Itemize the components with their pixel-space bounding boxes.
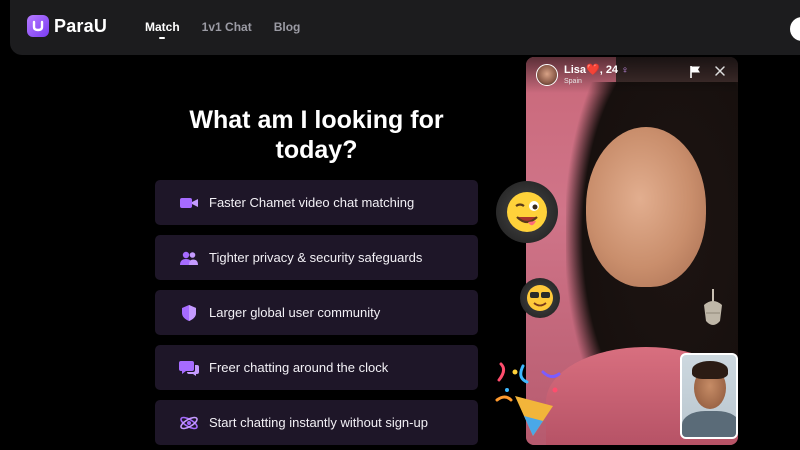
gender-icon: ♀ bbox=[621, 65, 629, 76]
feature-item-video-matching[interactable]: Faster Chamet video chat matching bbox=[155, 180, 478, 225]
video-person-face bbox=[586, 127, 706, 287]
feature-item-community[interactable]: Larger global user community bbox=[155, 290, 478, 335]
nav-item-match[interactable]: Match bbox=[145, 20, 180, 39]
feature-label: Start chatting instantly without sign-up bbox=[209, 415, 428, 430]
party-popper-icon bbox=[495, 362, 561, 436]
avatar[interactable] bbox=[536, 64, 558, 86]
pip-person-hair bbox=[692, 361, 728, 379]
feature-label: Tighter privacy & security safeguards bbox=[209, 250, 423, 265]
feature-item-chatting[interactable]: Freer chatting around the clock bbox=[155, 345, 478, 390]
chat-bubbles-icon bbox=[179, 358, 199, 378]
main-nav: Match 1v1 Chat Blog bbox=[145, 20, 301, 39]
feature-item-privacy[interactable]: Tighter privacy & security safeguards bbox=[155, 235, 478, 280]
users-icon bbox=[179, 248, 199, 268]
brand-name: ParaU bbox=[54, 15, 108, 36]
nav-item-blog[interactable]: Blog bbox=[274, 20, 301, 34]
video-camera-icon bbox=[179, 193, 199, 213]
header-action-button[interactable] bbox=[790, 17, 800, 41]
brand-logo-icon bbox=[27, 15, 49, 37]
page-title: What am I looking for today? bbox=[189, 106, 444, 164]
wink-emoji-icon bbox=[496, 181, 558, 243]
pip-person-shirt bbox=[682, 411, 736, 437]
self-video-thumbnail[interactable] bbox=[680, 353, 738, 439]
user-country: Spain bbox=[564, 78, 582, 85]
feature-list: Faster Chamet video chat matching Tighte… bbox=[155, 180, 478, 450]
feature-label: Freer chatting around the clock bbox=[209, 360, 389, 375]
brand-logo[interactable]: ParaU bbox=[27, 15, 107, 37]
shield-icon bbox=[179, 303, 199, 323]
sunglasses-emoji-icon bbox=[520, 278, 560, 318]
feature-item-no-signup[interactable]: Start chatting instantly without sign-up bbox=[155, 400, 478, 445]
close-icon[interactable] bbox=[714, 65, 726, 77]
report-flag-icon[interactable] bbox=[688, 65, 702, 79]
atom-icon bbox=[179, 413, 199, 433]
feature-label: Faster Chamet video chat matching bbox=[209, 195, 415, 210]
nav-item-1v1-chat[interactable]: 1v1 Chat bbox=[202, 20, 252, 34]
user-name: Lisa❤️, 24 bbox=[564, 64, 619, 76]
user-name-label: Lisa❤️, 24 ♀ bbox=[564, 63, 629, 76]
earring-decoration bbox=[704, 289, 722, 325]
top-nav-bar: ParaU Match 1v1 Chat Blog bbox=[10, 0, 800, 55]
feature-label: Larger global user community bbox=[209, 305, 381, 320]
